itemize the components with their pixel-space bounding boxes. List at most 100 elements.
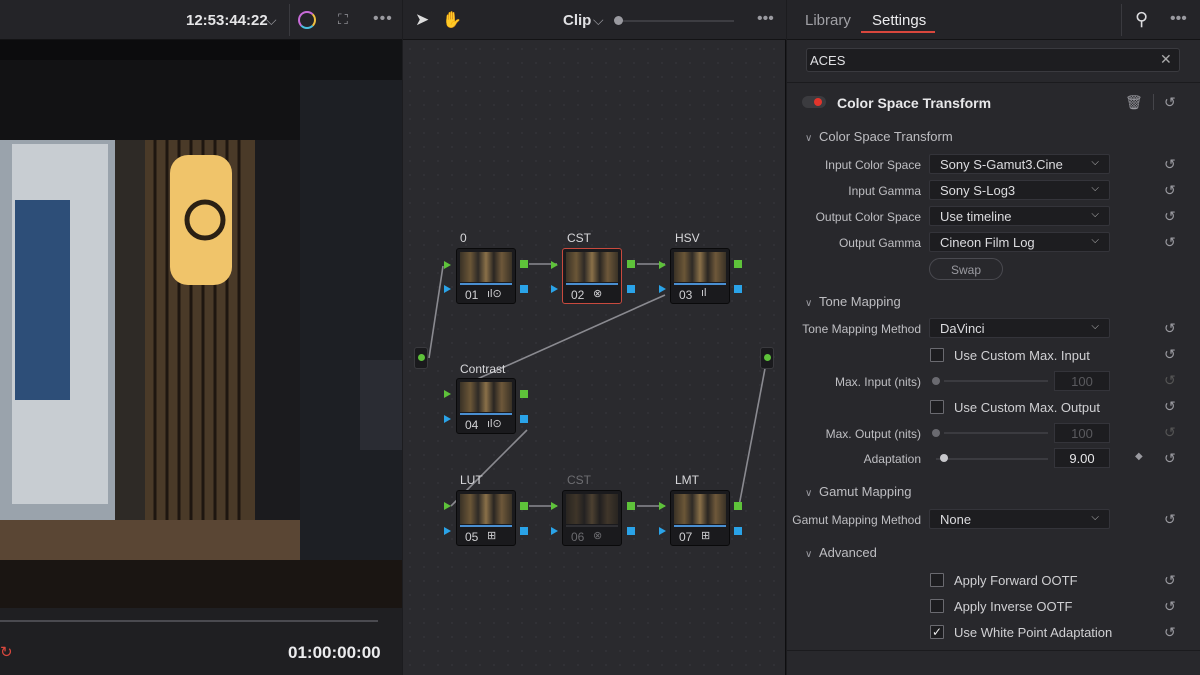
- rgb-input-port[interactable]: [551, 261, 558, 269]
- rgb-input-port[interactable]: [551, 502, 558, 510]
- key-input-port[interactable]: [444, 527, 451, 535]
- section-advanced[interactable]: ∨ Advanced: [805, 545, 877, 560]
- chevron-down-icon[interactable]: ⌵: [593, 12, 604, 29]
- reset-icon[interactable]: ↺: [1164, 234, 1176, 251]
- tab-settings[interactable]: Settings: [872, 12, 926, 29]
- input-gamma-dropdown[interactable]: Sony S-Log3 ⌵: [929, 180, 1110, 200]
- pointer-icon[interactable]: ➤: [415, 10, 429, 30]
- rgb-output-port[interactable]: [627, 260, 635, 268]
- node-output[interactable]: [760, 347, 774, 369]
- node-04[interactable]: 04 ıl⊙: [456, 378, 516, 434]
- zoom-slider-knob[interactable]: [614, 16, 623, 25]
- node-01[interactable]: 01 ıl⊙: [456, 248, 516, 304]
- max-input-field[interactable]: 100: [1054, 371, 1110, 391]
- rgb-input-port[interactable]: [444, 261, 451, 269]
- gamut-mapping-method-dropdown[interactable]: None ⌵: [929, 509, 1110, 529]
- rgb-output-port[interactable]: [520, 260, 528, 268]
- key-input-port[interactable]: [444, 285, 451, 293]
- adaptation-slider-knob[interactable]: [940, 454, 948, 462]
- max-output-slider-knob[interactable]: [932, 429, 940, 437]
- key-input-port[interactable]: [551, 285, 558, 293]
- max-output-slider[interactable]: [944, 432, 1048, 434]
- node-07[interactable]: 07 ⊞: [670, 490, 730, 546]
- rgb-output-port[interactable]: [520, 502, 528, 510]
- white-point-adaptation-checkbox[interactable]: ✓: [930, 625, 944, 639]
- rgb-output-port[interactable]: [734, 260, 742, 268]
- chevron-down-icon: ⌵: [1091, 183, 1099, 194]
- section-gamut-mapping[interactable]: ∨ Gamut Mapping: [805, 484, 912, 499]
- output-gamma-dropdown[interactable]: Cineon Film Log ⌵: [929, 232, 1110, 252]
- zoom-slider[interactable]: [618, 20, 734, 22]
- search-icon[interactable]: ⚲: [1135, 9, 1148, 30]
- swap-button[interactable]: Swap: [929, 258, 1003, 280]
- inverse-ootf-checkbox[interactable]: [930, 599, 944, 613]
- reset-icon[interactable]: ↺: [1164, 424, 1176, 441]
- rgb-input-port[interactable]: [659, 502, 666, 510]
- reset-icon[interactable]: ↺: [1164, 450, 1176, 467]
- fullscreen-icon[interactable]: ⛶: [338, 11, 348, 28]
- key-output-port[interactable]: [520, 415, 528, 423]
- scrub-bar[interactable]: [0, 620, 378, 622]
- color-wheel-icon[interactable]: [298, 11, 316, 29]
- rgb-output-port[interactable]: [627, 502, 635, 510]
- key-output-port[interactable]: [520, 527, 528, 535]
- rgb-input-port[interactable]: [659, 261, 666, 269]
- key-output-port[interactable]: [734, 527, 742, 535]
- reset-icon[interactable]: ↺: [1164, 320, 1176, 337]
- max-input-slider[interactable]: [944, 380, 1048, 382]
- rgb-output-port[interactable]: [520, 390, 528, 398]
- node-03[interactable]: 03 ıl: [670, 248, 730, 304]
- section-tone-mapping[interactable]: ∨ Tone Mapping: [805, 294, 901, 309]
- key-input-port[interactable]: [551, 527, 558, 535]
- more-options-icon[interactable]: •••: [373, 10, 393, 28]
- reset-icon[interactable]: ↺: [1164, 182, 1176, 199]
- tone-mapping-method-dropdown[interactable]: DaVinci ⌵: [929, 318, 1110, 338]
- max-input-slider-knob[interactable]: [932, 377, 940, 385]
- max-output-field[interactable]: 100: [1054, 423, 1110, 443]
- reset-effect-icon[interactable]: ↺: [1164, 94, 1176, 111]
- search-input[interactable]: [806, 48, 1180, 72]
- clip-mode-label[interactable]: Clip: [563, 12, 591, 29]
- hand-icon[interactable]: ✋: [442, 10, 462, 30]
- keyframe-icon[interactable]: ◆: [1135, 451, 1143, 462]
- input-color-space-dropdown[interactable]: Sony S-Gamut3.Cine ⌵: [929, 154, 1110, 174]
- key-input-port[interactable]: [659, 285, 666, 293]
- adaptation-slider[interactable]: [936, 458, 1048, 460]
- forward-ootf-checkbox[interactable]: [930, 573, 944, 587]
- reset-icon[interactable]: ↺: [1164, 346, 1176, 363]
- custom-max-input-checkbox[interactable]: [930, 348, 944, 362]
- reset-icon[interactable]: ↺: [1164, 598, 1176, 615]
- output-color-space-dropdown[interactable]: Use timeline ⌵: [929, 206, 1110, 226]
- reset-icon[interactable]: ↺: [1164, 156, 1176, 173]
- reset-icon[interactable]: ↺: [1164, 398, 1176, 415]
- timecode-display[interactable]: 12:53:44:22: [186, 12, 268, 29]
- key-output-port[interactable]: [627, 527, 635, 535]
- key-output-port[interactable]: [734, 285, 742, 293]
- key-input-port[interactable]: [444, 415, 451, 423]
- more-options-icon[interactable]: •••: [757, 10, 774, 28]
- reset-icon[interactable]: ↺: [1164, 372, 1176, 389]
- key-output-port[interactable]: [520, 285, 528, 293]
- node-06[interactable]: 06 ⊗: [562, 490, 622, 546]
- reset-icon[interactable]: ↺: [1164, 208, 1176, 225]
- reset-icon[interactable]: ↺: [1164, 572, 1176, 589]
- reset-icon[interactable]: ↺: [1164, 624, 1176, 641]
- reset-icon[interactable]: ↺: [1164, 511, 1176, 528]
- custom-max-output-checkbox[interactable]: [930, 400, 944, 414]
- rgb-output-port[interactable]: [734, 502, 742, 510]
- rgb-input-port[interactable]: [444, 390, 451, 398]
- section-color-space-transform[interactable]: ∨ Color Space Transform: [805, 129, 953, 144]
- tab-library[interactable]: Library: [805, 12, 851, 29]
- more-options-icon[interactable]: •••: [1170, 10, 1187, 28]
- loop-icon[interactable]: ↻: [0, 643, 13, 661]
- node-02[interactable]: 02 ⊗: [562, 248, 622, 304]
- key-input-port[interactable]: [659, 527, 666, 535]
- trash-icon[interactable]: 🗑: [1125, 94, 1143, 111]
- adaptation-field[interactable]: 9.00: [1054, 448, 1110, 468]
- node-05[interactable]: 05 ⊞: [456, 490, 516, 546]
- clear-search-icon[interactable]: ✕: [1160, 51, 1172, 68]
- chevron-down-icon[interactable]: ⌵: [266, 12, 277, 29]
- rgb-input-port[interactable]: [444, 502, 451, 510]
- key-output-port[interactable]: [627, 285, 635, 293]
- node-input[interactable]: [414, 347, 428, 369]
